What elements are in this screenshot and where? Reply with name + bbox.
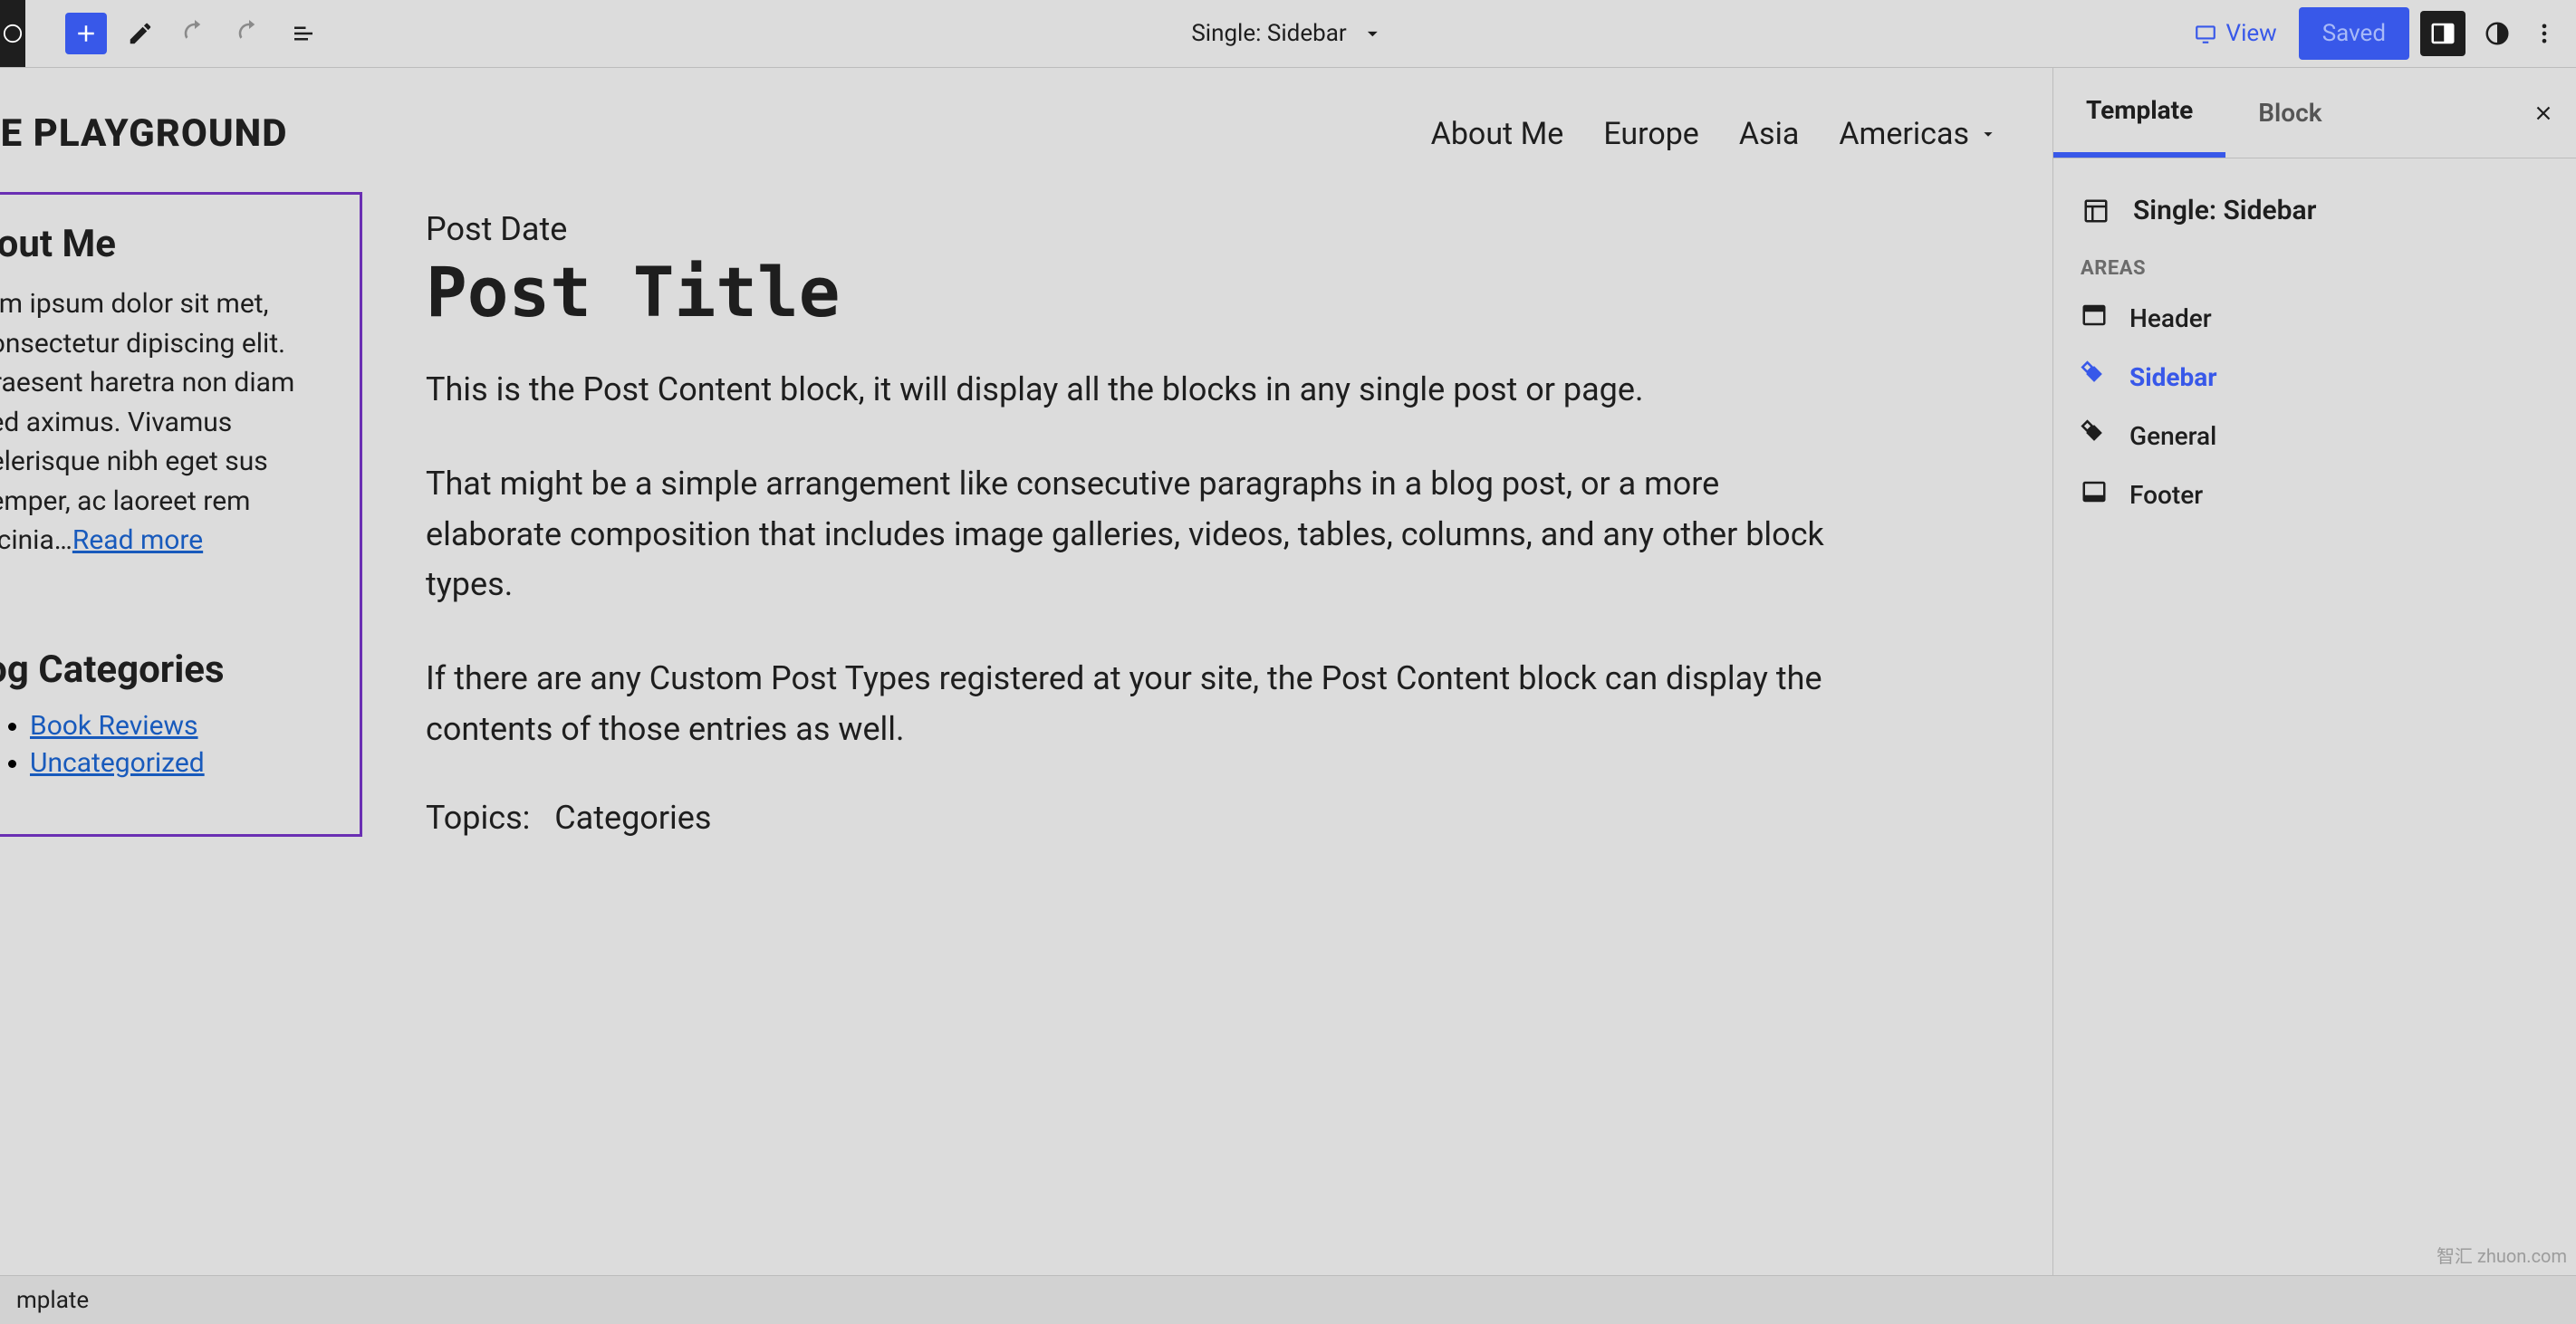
chevron-down-icon [1361, 22, 1385, 45]
redo-icon [235, 20, 263, 47]
categories-heading[interactable]: log Categories [0, 648, 341, 692]
post-content-paragraph-1[interactable]: This is the Post Content block, it will … [426, 365, 1839, 416]
nav-link-americas[interactable]: Americas [1839, 116, 1998, 152]
template-name-label: Single: Sidebar [2133, 195, 2316, 226]
read-more-link[interactable]: Read more [72, 524, 203, 556]
nav-link-americas-label: Americas [1839, 116, 1969, 152]
settings-panel: Template Block Single: Sidebar AREAS Hea… [2052, 68, 2576, 1275]
category-link-book-reviews[interactable]: Book Reviews [30, 710, 198, 742]
area-item-sidebar[interactable]: Sidebar [2081, 348, 2549, 407]
watermark: 智汇 zhuon.com [2437, 1242, 2567, 1268]
saved-button[interactable]: Saved [2299, 7, 2409, 60]
sidebar-spacer [0, 561, 341, 648]
kebab-icon [2532, 21, 2557, 46]
chevron-down-icon [1978, 124, 1998, 144]
category-link-uncategorized[interactable]: Uncategorized [30, 747, 205, 779]
settings-tabs: Template Block [2053, 68, 2576, 158]
monitor-icon [2194, 22, 2217, 45]
post-content-paragraph-2[interactable]: That might be a simple arrangement like … [426, 459, 1839, 610]
saved-button-label: Saved [2322, 20, 2386, 47]
nav-link-europe[interactable]: Europe [1603, 116, 1699, 152]
edit-mode-button[interactable] [120, 13, 161, 54]
settings-panel-toggle[interactable] [2420, 11, 2465, 56]
breadcrumb-item[interactable]: mplate [16, 1287, 89, 1314]
area-item-footer[interactable]: Footer [2081, 465, 2549, 524]
styles-toggle[interactable] [2476, 13, 2518, 54]
canvas-inner: HE PLAYGROUND About Me Europe Asia Ameri… [0, 68, 2052, 1275]
topics-value: Categories [554, 799, 711, 837]
site-navigation: About Me Europe Asia Americas [1431, 116, 1998, 152]
post-content-paragraph-3[interactable]: If there are any Custom Post Types regis… [426, 654, 1839, 755]
topics-label: Topics: [426, 799, 530, 837]
template-name-row[interactable]: Single: Sidebar [2081, 180, 2549, 241]
tab-template[interactable]: Template [2053, 68, 2225, 158]
pencil-icon [127, 20, 154, 47]
nav-link-asia[interactable]: Asia [1739, 116, 1800, 152]
site-title[interactable]: HE PLAYGROUND [0, 111, 287, 156]
breadcrumb-bar: mplate [0, 1275, 2576, 1324]
wordpress-logo[interactable] [0, 0, 25, 67]
area-item-header[interactable]: Header [2081, 289, 2549, 348]
post-date-block[interactable]: Post Date [426, 210, 1998, 248]
topbar-left [0, 0, 324, 67]
sidebar-icon [2429, 20, 2456, 47]
post-terms-row[interactable]: Topics: Categories [426, 799, 1998, 837]
about-me-text-content: rem ipsum dolor sit met, consectetur dip… [0, 288, 294, 556]
more-options-button[interactable] [2523, 13, 2565, 54]
page-body: bout Me rem ipsum dolor sit met, consect… [0, 174, 2052, 837]
settings-body: Single: Sidebar AREAS Header Sidebar Gen… [2053, 158, 2576, 546]
area-item-general[interactable]: General [2081, 407, 2549, 465]
about-me-text[interactable]: rem ipsum dolor sit met, consectetur dip… [0, 284, 341, 561]
topbar-center[interactable]: Single: Sidebar [1191, 0, 1384, 67]
list-item: Book Reviews [30, 710, 341, 742]
document-overview-button[interactable] [283, 13, 324, 54]
plus-icon [72, 20, 100, 47]
undo-icon [181, 20, 208, 47]
list-item: Uncategorized [30, 747, 341, 779]
areas-section-label: AREAS [2081, 241, 2549, 289]
area-item-label: Sidebar [2129, 362, 2217, 392]
canvas: HE PLAYGROUND About Me Europe Asia Ameri… [0, 68, 2052, 1275]
contrast-icon [2484, 20, 2511, 47]
sidebar-template-part[interactable]: bout Me rem ipsum dolor sit met, consect… [0, 192, 362, 837]
topbar-right: View Saved [2177, 0, 2576, 67]
view-button[interactable]: View [2177, 13, 2293, 54]
diamond-icon [2081, 360, 2108, 394]
template-dropdown-label: Single: Sidebar [1191, 20, 1346, 47]
undo-button[interactable] [174, 13, 216, 54]
area-item-label: Footer [2129, 480, 2203, 510]
area-item-label: Header [2129, 303, 2212, 333]
diamond-icon [2081, 419, 2108, 453]
categories-list: Book Reviews Uncategorized [0, 710, 341, 779]
top-toolbar: Single: Sidebar View Saved [0, 0, 2576, 67]
wp-icon [3, 24, 23, 43]
nav-link-about[interactable]: About Me [1431, 116, 1564, 152]
footer-icon [2081, 478, 2108, 512]
site-header: HE PLAYGROUND About Me Europe Asia Ameri… [0, 68, 2052, 174]
post-title-block[interactable]: Post Title [426, 252, 1998, 332]
close-icon [2532, 101, 2555, 125]
view-button-label: View [2226, 20, 2277, 47]
close-settings-button[interactable] [2525, 95, 2562, 131]
area-item-label: General [2129, 421, 2216, 451]
add-block-button[interactable] [65, 13, 107, 54]
tab-block[interactable]: Block [2225, 68, 2354, 158]
layout-icon [2081, 196, 2111, 226]
redo-button[interactable] [228, 13, 270, 54]
post-content-area: Post Date Post Title This is the Post Co… [426, 192, 1998, 837]
about-me-heading[interactable]: bout Me [0, 222, 341, 266]
header-icon [2081, 302, 2108, 335]
list-icon [290, 20, 317, 47]
